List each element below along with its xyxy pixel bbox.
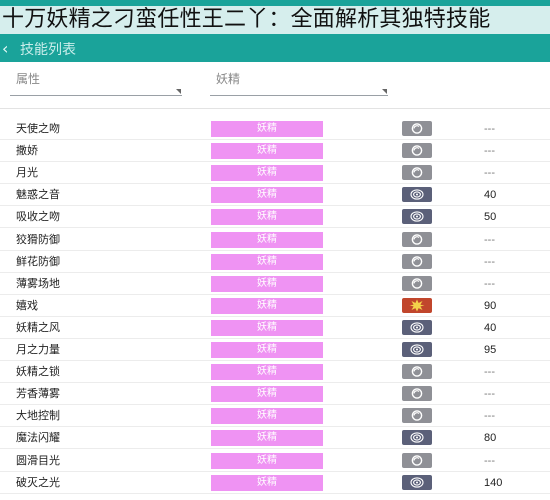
subtype-filter-dropdown[interactable]: 妖精 [210,66,388,96]
table-row[interactable]: 破灭之光 妖精 140 [0,472,550,494]
physical-category-icon [402,297,432,313]
move-power: 40 [484,321,497,334]
back-arrow-icon[interactable]: ‹ [2,40,16,58]
type-badge: 妖精 [211,364,323,381]
special-category-icon [402,342,432,357]
move-name: 狡猾防御 [16,232,60,246]
status-category-icon [402,143,432,159]
chevron-down-icon [382,89,387,94]
table-row[interactable]: 嬉戏 妖精 90 [0,295,550,317]
table-row[interactable]: 妖精之锁 妖精 --- [0,361,550,384]
table-row[interactable]: 吸收之吻 妖精 50 [0,206,550,229]
subtype-filter-label: 妖精 [216,72,241,86]
move-name: 妖精之锁 [16,365,60,379]
move-name: 嬉戏 [16,298,38,312]
type-badge: 妖精 [211,342,323,358]
move-name: 鲜花防御 [16,254,60,268]
type-badge: 妖精 [211,253,323,270]
table-row[interactable]: 薄雾场地 妖精 --- [0,273,550,295]
move-name: 吸收之吻 [16,210,60,224]
type-badge: 妖精 [211,430,323,447]
subtype-filter-underline [210,95,388,96]
table-row[interactable]: 月之力量 妖精 95 [0,339,550,361]
type-badge: 妖精 [211,143,323,160]
type-badge: 妖精 [211,121,323,137]
move-name: 薄雾场地 [16,276,60,290]
table-row[interactable]: 大地控制 妖精 --- [0,405,550,428]
type-badge: 妖精 [211,408,323,425]
table-row[interactable]: 妖精之风 妖精 40 [0,317,550,339]
move-name: 月光 [16,166,38,180]
move-power: --- [484,145,495,158]
type-badge: 妖精 [211,275,323,292]
move-name: 芳香薄雾 [16,387,60,401]
overlay-headline: 十万妖精之刁蛮任性王二丫：全面解析其独特技能 [0,6,550,34]
move-power: 40 [484,189,497,202]
move-name: 月之力量 [16,343,60,356]
special-category-icon [402,319,432,335]
table-row[interactable]: 魅惑之音 妖精 40 [0,184,550,207]
status-category-icon [402,364,432,380]
type-filter-underline [10,95,182,96]
special-category-icon [402,187,432,203]
type-badge: 妖精 [211,474,323,491]
status-category-icon [402,253,432,269]
status-category-icon [402,275,432,291]
move-power: --- [484,167,495,180]
status-category-icon [402,452,432,468]
type-badge: 妖精 [211,231,323,248]
move-power: --- [484,388,495,401]
type-badge: 妖精 [211,386,323,403]
divider [0,108,550,109]
move-power: 50 [484,211,497,224]
type-badge: 妖精 [211,165,323,182]
type-filter-label: 属性 [16,72,41,86]
status-category-icon [402,165,432,181]
special-category-icon [402,209,432,225]
move-name: 魅惑之音 [16,188,60,202]
chevron-down-icon [176,89,181,94]
table-row[interactable]: 撒娇 妖精 --- [0,140,550,163]
move-name: 大地控制 [16,409,60,423]
move-name: 天使之吻 [16,122,60,135]
status-category-icon [402,408,432,424]
table-row[interactable]: 鲜花防御 妖精 --- [0,251,550,273]
status-category-icon [402,386,432,402]
move-name: 圆滑目光 [16,453,60,467]
status-category-icon [402,121,432,136]
move-power: --- [484,366,495,379]
move-name: 妖精之风 [16,320,60,334]
type-filter-dropdown[interactable]: 属性 [10,66,182,96]
move-power: --- [484,454,495,467]
status-category-icon [402,231,432,247]
move-name: 破灭之光 [16,475,60,489]
table-row[interactable]: 圆滑目光 妖精 --- [0,450,550,472]
move-power: 80 [484,432,497,445]
special-category-icon [402,430,432,446]
move-power: --- [484,255,495,268]
table-row[interactable]: 天使之吻 妖精 --- [0,118,550,140]
type-badge: 妖精 [211,209,323,226]
move-power: 90 [484,299,497,312]
table-row[interactable]: 魔法闪耀 妖精 80 [0,427,550,450]
move-power: --- [484,123,495,135]
type-badge: 妖精 [211,319,323,336]
type-badge: 妖精 [211,452,323,469]
app-bar-title: 技能列表 [20,42,76,58]
special-category-icon [402,474,432,490]
move-power: --- [484,233,495,246]
move-name: 撒娇 [16,144,38,158]
type-badge: 妖精 [211,297,323,314]
filter-row: 属性 妖精 [0,62,550,102]
table-row[interactable]: 芳香薄雾 妖精 --- [0,383,550,406]
move-power: 95 [484,344,497,356]
move-power: --- [484,277,495,290]
type-badge: 妖精 [211,187,323,204]
move-power: --- [484,410,495,423]
move-power: 140 [484,476,503,489]
move-name: 魔法闪耀 [16,431,60,445]
table-row[interactable]: 狡猾防御 妖精 --- [0,229,550,251]
table-row[interactable]: 月光 妖精 --- [0,162,550,185]
